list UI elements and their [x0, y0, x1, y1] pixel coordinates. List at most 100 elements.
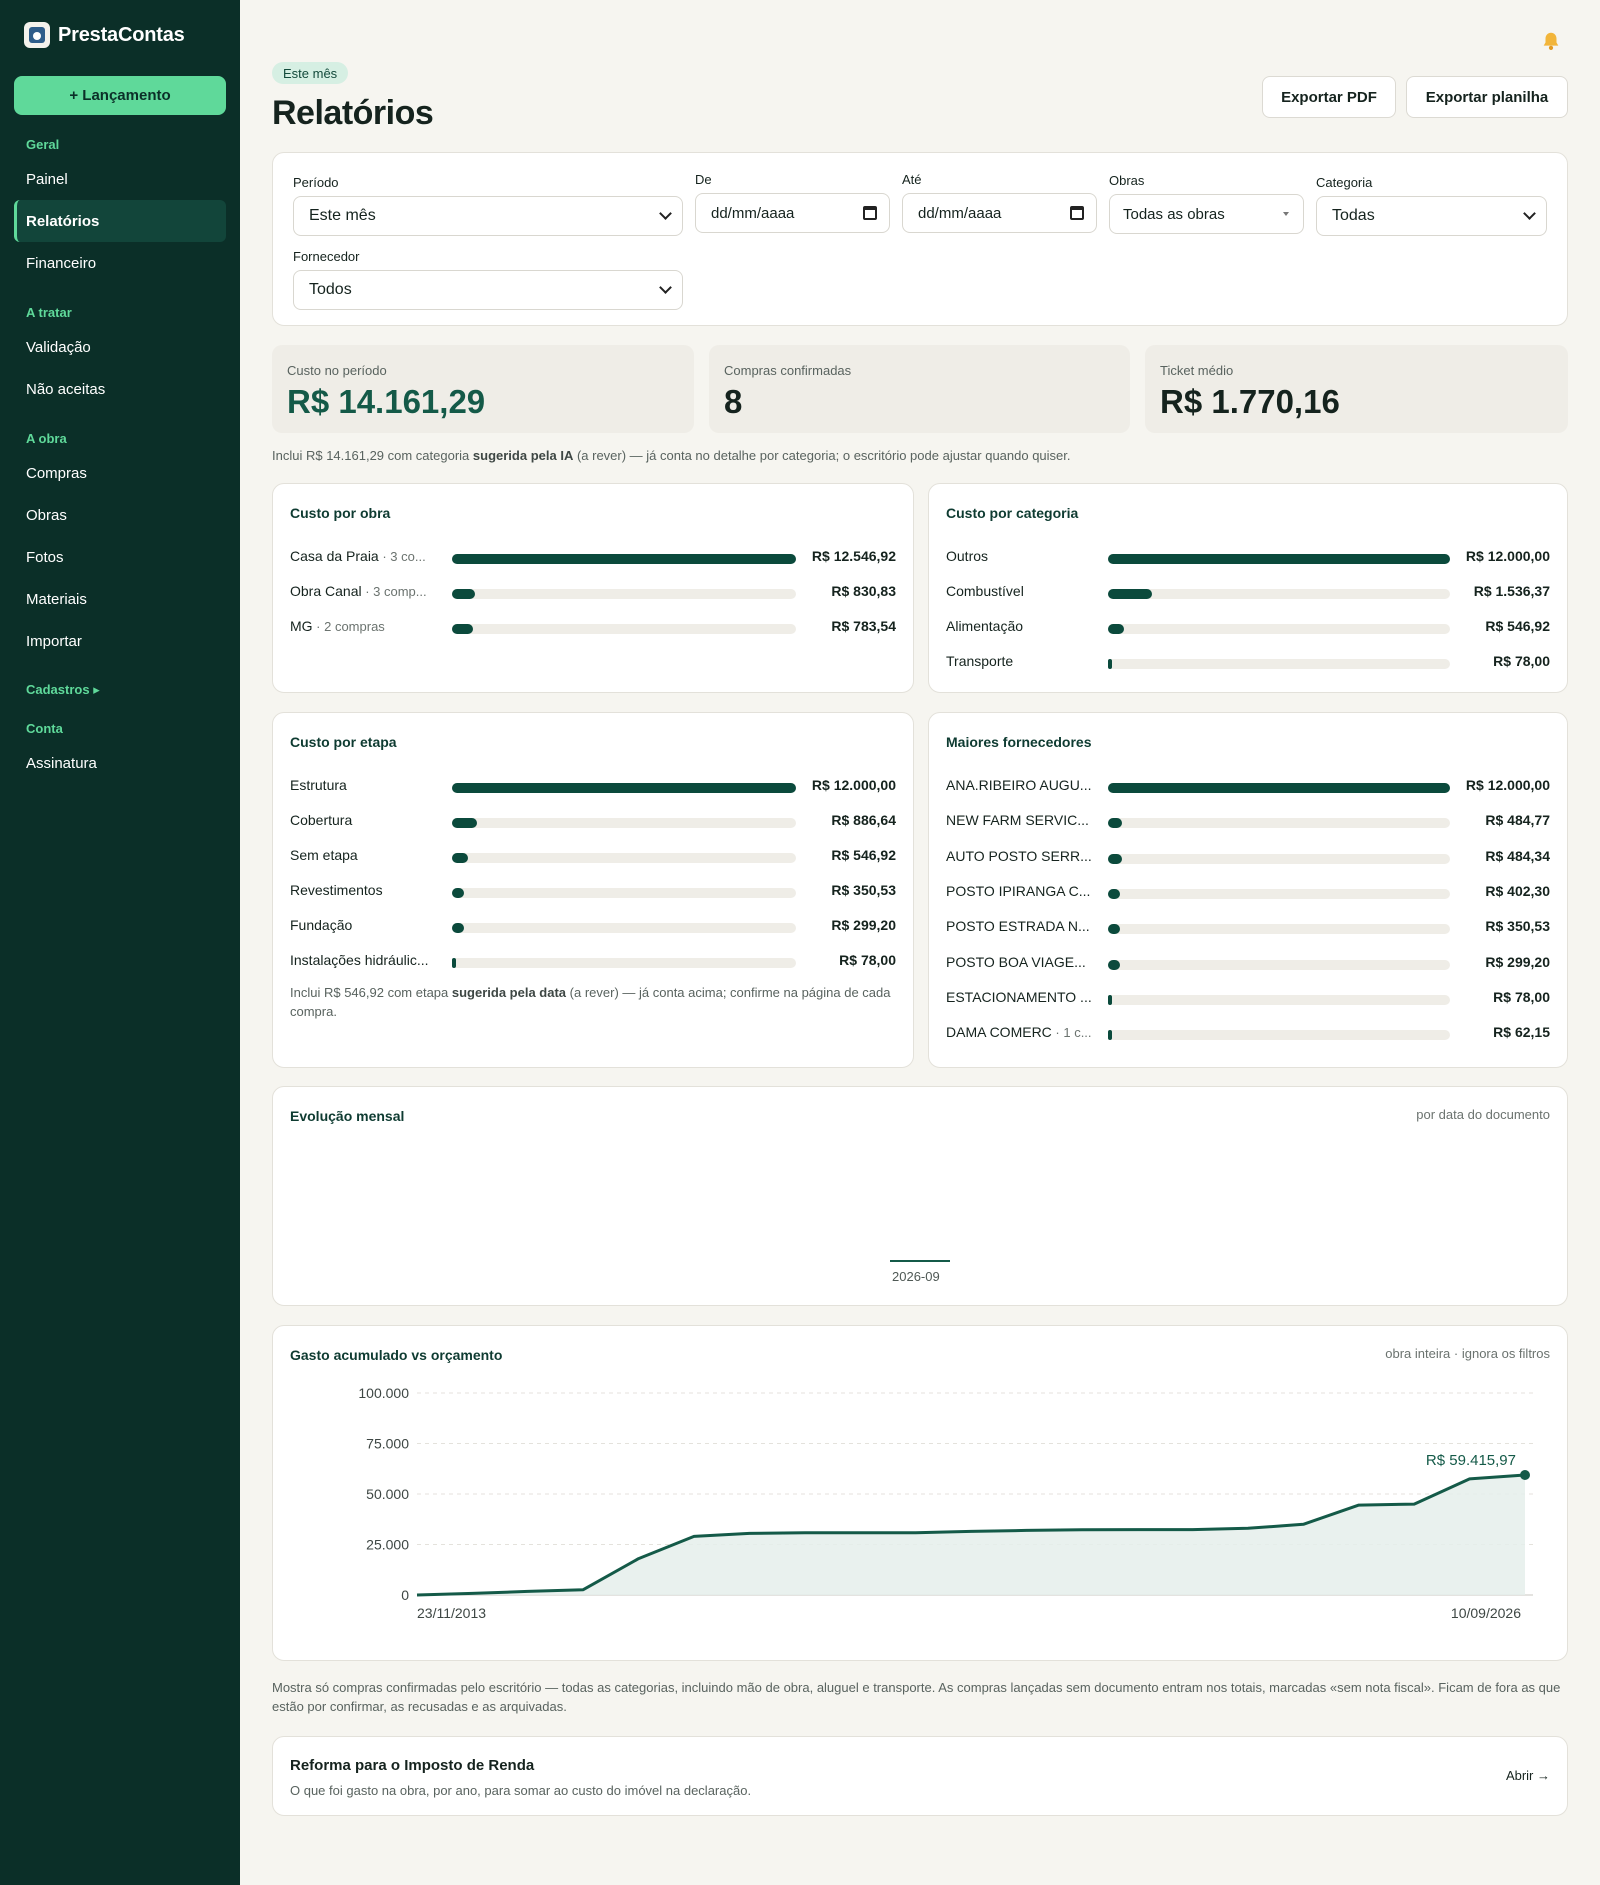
bar-track [452, 818, 796, 828]
bar-row-value: R$ 62,15 [1493, 1024, 1550, 1041]
bar-fill [1108, 924, 1120, 935]
bar-row-label: Transporte [946, 653, 1014, 669]
bar-row: Estrutura R$ 12.000,00 [290, 775, 896, 795]
bar-row-value: R$ 546,92 [1485, 618, 1550, 634]
bar-row-value: R$ 1.536,37 [1473, 583, 1550, 599]
caret-down-icon [1283, 212, 1289, 216]
bar-row-value: R$ 783,54 [831, 618, 896, 634]
fornecedores-card: Maiores fornecedores ANA.RIBEIRO AUGU...… [928, 712, 1568, 1068]
calendar-icon[interactable] [1070, 206, 1084, 220]
bar-track [1108, 554, 1450, 564]
export-pdf-button[interactable]: Exportar PDF [1262, 76, 1396, 118]
bar-row: AUTO POSTO SERR... R$ 484,34 [946, 846, 1550, 866]
evolucao-card: Evolução mensal por data do documento 20… [272, 1086, 1568, 1306]
accumulated-chart: 100.000 75.000 50.000 25.000 0 R$ 59.415,97 23… [358, 1385, 1533, 1621]
bar-fill [452, 783, 796, 793]
kpi-custo-label: Custo no período [287, 363, 387, 378]
bar-fill [1108, 624, 1124, 634]
bar-track [452, 923, 796, 933]
bar-row-value: R$ 12.546,92 [811, 548, 896, 564]
nav-section-title: A obra [26, 430, 67, 446]
bar-row-label: Estrutura [290, 777, 347, 793]
bar-row-value: R$ 484,34 [1485, 847, 1550, 864]
bar-row-label: Sem etapa [290, 847, 358, 863]
bar-row: Outros R$ 12.000,00 [946, 546, 1550, 566]
y-tick-label: 100.000 [358, 1385, 409, 1401]
bar-row-value: R$ 78,00 [839, 952, 896, 968]
sidebar-item[interactable]: Não aceitas [14, 368, 226, 410]
card-title: Evolução mensal [290, 1108, 405, 1124]
custo-obra-card: Custo por obra Casa da Praia · 3 co... R$… [272, 483, 914, 693]
sidebar-item[interactable]: Assinatura [14, 742, 226, 784]
y-tick-label: 0 [401, 1587, 409, 1603]
sidebar-item[interactable]: Materiais [14, 578, 226, 620]
bar-row: Transporte R$ 78,00 [946, 651, 1550, 671]
bar-row-value: R$ 299,20 [831, 917, 896, 933]
sidebar-item[interactable]: Importar [14, 620, 226, 662]
bar-row: Alimentação R$ 546,92 [946, 616, 1550, 636]
bar-row-label: ANA.RIBEIRO AUGU... [946, 777, 1092, 793]
bar-fill [452, 853, 468, 863]
kpi-ticket-value: R$ 1.770,16 [1160, 383, 1340, 420]
chevron-down-icon [659, 207, 672, 220]
y-tick-label: 75.000 [366, 1436, 409, 1452]
bar-fill [1108, 994, 1112, 1005]
month-label: 2026-09 [892, 1269, 940, 1284]
sidebar-item[interactable]: Relatórios [14, 200, 226, 242]
ate-label: Até [902, 172, 922, 187]
bar-row-label: Casa da Praia · 3 co... [290, 548, 426, 564]
bar-row: ESTACIONAMENTO ... R$ 78,00 [946, 987, 1550, 1007]
nav-section-title[interactable]: Cadastros ▸ [0, 680, 240, 700]
sidebar-item[interactable]: Painel [14, 158, 226, 200]
bar-row: Sem etapa R$ 546,92 [290, 845, 896, 865]
bar-row-label: MG · 2 compras [290, 618, 385, 634]
bar-row-label: Obra Canal · 3 comp... [290, 583, 427, 599]
brand[interactable]: PrestaContas [24, 22, 185, 48]
bar-row: Instalações hidráulic... R$ 78,00 [290, 950, 896, 970]
sidebar-item[interactable]: Financeiro [14, 242, 226, 284]
export-sheet-button[interactable]: Exportar planilha [1406, 76, 1568, 118]
bar-row-label: Combustível [946, 583, 1024, 599]
bar-row-value: R$ 12.000,00 [1465, 548, 1550, 564]
de-date-input[interactable]: dd/mm/aaaa [695, 193, 890, 233]
bar-row: Combustível R$ 1.536,37 [946, 581, 1550, 601]
sidebar-item[interactable]: Validação [14, 326, 226, 368]
sidebar-item[interactable]: Fotos [14, 536, 226, 578]
bar-track [1108, 853, 1450, 864]
calendar-icon[interactable] [863, 206, 877, 220]
etapa-note: Inclui R$ 546,92 com etapa sugerida pela… [290, 985, 891, 1019]
sidebar-nav: Geral Painel Relatórios Financeiro A tratar V… [0, 128, 240, 784]
ir-title: Reforma para o Imposto de Renda [290, 1757, 535, 1774]
new-entry-button[interactable]: + Lançamento [14, 76, 226, 115]
bar-fill [452, 554, 796, 564]
categoria-select[interactable]: Todas [1316, 196, 1547, 236]
card-title: Maiores fornecedores [946, 734, 1092, 750]
bar-row-value: R$ 12.000,00 [811, 777, 896, 793]
bar-row-value: R$ 78,00 [1493, 988, 1550, 1005]
y-tick-label: 50.000 [366, 1486, 409, 1502]
nav-section-title: Geral [26, 136, 60, 152]
ir-open-link[interactable]: Abrir → [1506, 1768, 1550, 1783]
bell-icon[interactable] [1540, 30, 1562, 52]
bar-track [452, 888, 796, 898]
kpi-compras-card: Compras confirmadas 8 [709, 345, 1130, 433]
sidebar-item[interactable]: Obras [14, 494, 226, 536]
last-point [1520, 1469, 1530, 1480]
bar-row: POSTO ESTRADA N... R$ 350,53 [946, 916, 1550, 936]
bar-track [452, 853, 796, 863]
bar-track [1108, 959, 1450, 970]
bar-row-value: R$ 402,30 [1485, 882, 1550, 899]
kpi-compras-value: 8 [724, 383, 743, 420]
obras-select[interactable]: Todas as obras [1109, 194, 1304, 234]
fornecedor-select[interactable]: Todos [293, 270, 683, 310]
ate-date-input[interactable]: dd/mm/aaaa [902, 193, 1097, 233]
bar-fill [1108, 959, 1120, 970]
ir-card[interactable]: Reforma para o Imposto de Renda O que fo… [272, 1736, 1568, 1816]
bar-row-value: R$ 299,20 [1485, 953, 1550, 970]
sidebar-item[interactable]: Compras [14, 452, 226, 494]
fornecedor-label: Fornecedor [293, 249, 360, 264]
periodo-select[interactable]: Este mês [293, 196, 683, 236]
footer-note: Mostra só compras confirmadas pelo escri… [272, 1680, 1561, 1714]
bar-track [1108, 783, 1450, 793]
bar-row-value: R$ 350,53 [1485, 918, 1550, 935]
